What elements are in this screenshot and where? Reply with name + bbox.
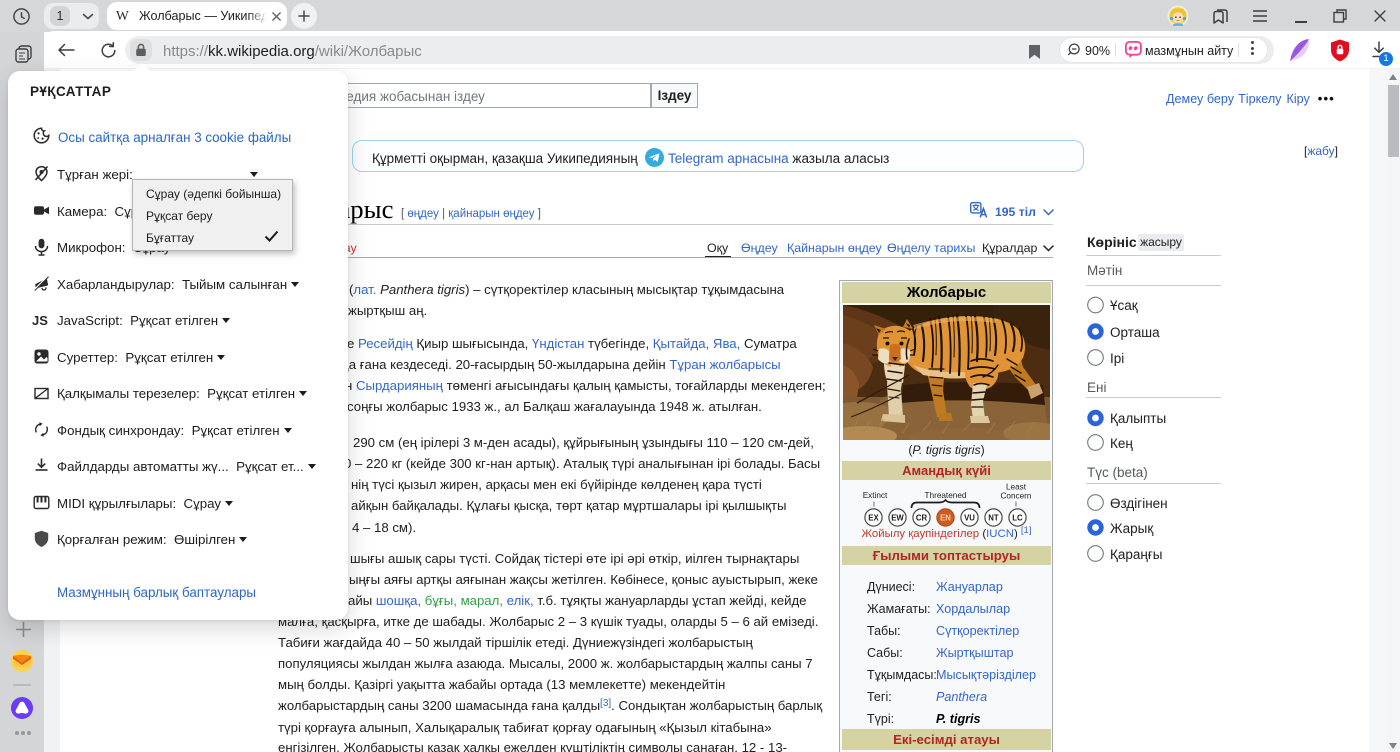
svg-text:LC: LC <box>1012 514 1023 523</box>
svg-text:VU: VU <box>964 514 975 523</box>
svg-text:EN: EN <box>940 514 951 523</box>
svg-text:CR: CR <box>916 514 928 523</box>
svg-text:Threatened: Threatened <box>925 491 967 500</box>
svg-text:I: I <box>873 502 875 509</box>
svg-text:NT: NT <box>988 514 999 523</box>
svg-text:I: I <box>1015 502 1017 509</box>
svg-text:Concern: Concern <box>1001 492 1032 501</box>
svg-text:Least: Least <box>1006 483 1027 492</box>
svg-text:Extinct: Extinct <box>863 491 888 500</box>
svg-text:EX: EX <box>868 514 879 523</box>
svg-text:EW: EW <box>891 514 904 523</box>
